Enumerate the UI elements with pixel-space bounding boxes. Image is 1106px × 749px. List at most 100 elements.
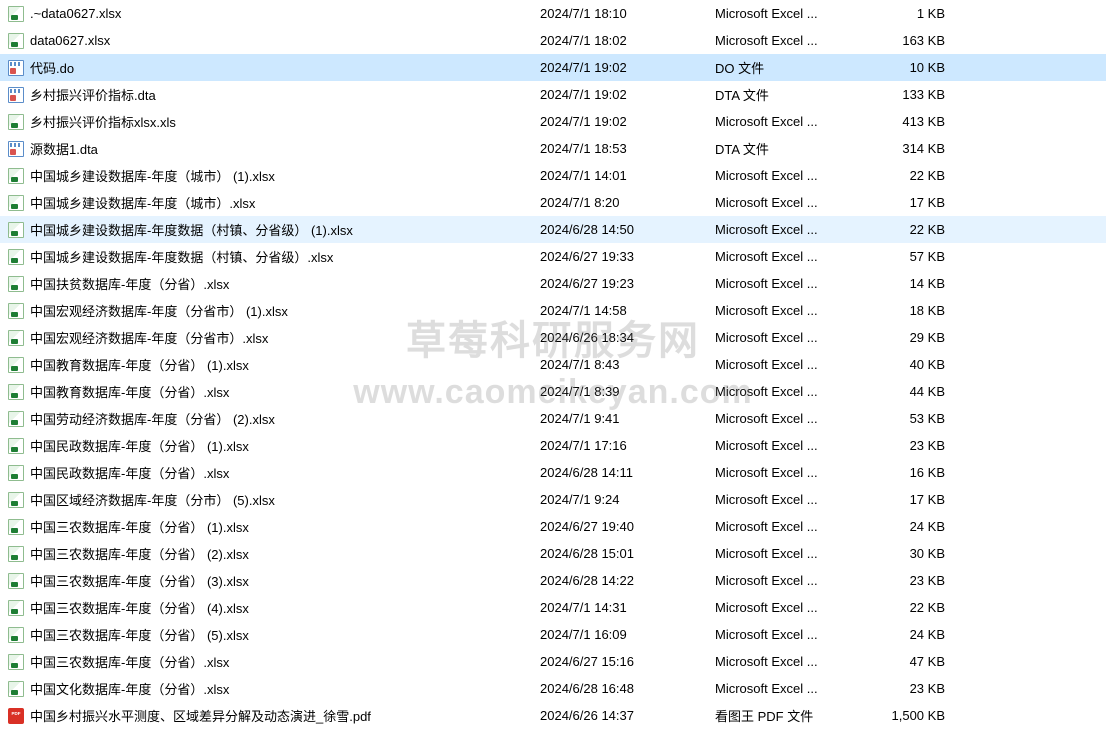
file-row[interactable]: 中国三农数据库-年度（分省） (4).xlsx2024/7/1 14:31Mic… xyxy=(0,594,1106,621)
file-size: 23 KB xyxy=(885,573,955,588)
xlsx-file-icon xyxy=(8,357,24,373)
file-size: 57 KB xyxy=(885,249,955,264)
dta-file-icon xyxy=(8,141,24,157)
file-row[interactable]: 中国教育数据库-年度（分省） (1).xlsx2024/7/1 8:43Micr… xyxy=(0,351,1106,378)
file-row[interactable]: 中国民政数据库-年度（分省）.xlsx2024/6/28 14:11Micros… xyxy=(0,459,1106,486)
file-type: Microsoft Excel ... xyxy=(715,492,885,507)
file-row[interactable]: 中国宏观经济数据库-年度（分省市） (1).xlsx2024/7/1 14:58… xyxy=(0,297,1106,324)
file-type: Microsoft Excel ... xyxy=(715,546,885,561)
file-row[interactable]: 中国文化数据库-年度（分省）.xlsx2024/6/28 16:48Micros… xyxy=(0,675,1106,702)
xlsx-file-icon xyxy=(8,33,24,49)
file-size: 22 KB xyxy=(885,600,955,615)
file-size: 133 KB xyxy=(885,87,955,102)
file-name: 中国三农数据库-年度（分省） (1).xlsx xyxy=(30,517,540,536)
file-date: 2024/6/28 14:50 xyxy=(540,222,715,237)
file-size: 14 KB xyxy=(885,276,955,291)
file-name: 中国城乡建设数据库-年度（城市） (1).xlsx xyxy=(30,166,540,185)
file-size: 47 KB xyxy=(885,654,955,669)
file-size: 10 KB xyxy=(885,60,955,75)
file-type: Microsoft Excel ... xyxy=(715,330,885,345)
file-name: 中国劳动经济数据库-年度（分省） (2).xlsx xyxy=(30,409,540,428)
xlsx-file-icon xyxy=(8,168,24,184)
file-row[interactable]: 中国宏观经济数据库-年度（分省市）.xlsx2024/6/26 18:34Mic… xyxy=(0,324,1106,351)
file-name: 中国城乡建设数据库-年度数据（村镇、分省级）.xlsx xyxy=(30,247,540,266)
file-date: 2024/6/28 14:22 xyxy=(540,573,715,588)
file-name: 乡村振兴评价指标.dta xyxy=(30,85,540,104)
file-row[interactable]: 中国三农数据库-年度（分省） (2).xlsx2024/6/28 15:01Mi… xyxy=(0,540,1106,567)
file-type: Microsoft Excel ... xyxy=(715,114,885,129)
file-name: 中国乡村振兴水平测度、区域差异分解及动态演进_徐雪.pdf xyxy=(30,706,540,725)
xlsx-file-icon xyxy=(8,519,24,535)
file-row[interactable]: 中国民政数据库-年度（分省） (1).xlsx2024/7/1 17:16Mic… xyxy=(0,432,1106,459)
file-type: Microsoft Excel ... xyxy=(715,33,885,48)
file-date: 2024/6/28 15:01 xyxy=(540,546,715,561)
file-name: 中国民政数据库-年度（分省） (1).xlsx xyxy=(30,436,540,455)
file-type: Microsoft Excel ... xyxy=(715,249,885,264)
do-file-icon xyxy=(8,60,24,76)
file-row[interactable]: 中国区域经济数据库-年度（分市） (5).xlsx2024/7/1 9:24Mi… xyxy=(0,486,1106,513)
file-size: 30 KB xyxy=(885,546,955,561)
file-size: 53 KB xyxy=(885,411,955,426)
file-name: 代码.do xyxy=(30,58,540,77)
file-row[interactable]: 乡村振兴评价指标.dta2024/7/1 19:02DTA 文件133 KB xyxy=(0,81,1106,108)
file-type: Microsoft Excel ... xyxy=(715,303,885,318)
file-row[interactable]: 中国城乡建设数据库-年度（城市）.xlsx2024/7/1 8:20Micros… xyxy=(0,189,1106,216)
file-type: Microsoft Excel ... xyxy=(715,600,885,615)
file-row[interactable]: 中国乡村振兴水平测度、区域差异分解及动态演进_徐雪.pdf2024/6/26 1… xyxy=(0,702,1106,729)
file-type: Microsoft Excel ... xyxy=(715,357,885,372)
file-type: 看图王 PDF 文件 xyxy=(715,706,885,725)
file-date: 2024/7/1 19:02 xyxy=(540,87,715,102)
file-row[interactable]: 中国城乡建设数据库-年度（城市） (1).xlsx2024/7/1 14:01M… xyxy=(0,162,1106,189)
file-name: 中国三农数据库-年度（分省） (4).xlsx xyxy=(30,598,540,617)
file-row[interactable]: 中国扶贫数据库-年度（分省）.xlsx2024/6/27 19:23Micros… xyxy=(0,270,1106,297)
file-name: .~data0627.xlsx xyxy=(30,6,540,21)
file-row[interactable]: 中国三农数据库-年度（分省） (3).xlsx2024/6/28 14:22Mi… xyxy=(0,567,1106,594)
file-name: 中国民政数据库-年度（分省）.xlsx xyxy=(30,463,540,482)
file-date: 2024/6/28 14:11 xyxy=(540,465,715,480)
file-name: 中国三农数据库-年度（分省） (5).xlsx xyxy=(30,625,540,644)
file-row[interactable]: .~data0627.xlsx2024/7/1 18:10Microsoft E… xyxy=(0,0,1106,27)
file-name: 中国文化数据库-年度（分省）.xlsx xyxy=(30,679,540,698)
file-type: Microsoft Excel ... xyxy=(715,627,885,642)
file-date: 2024/7/1 19:02 xyxy=(540,60,715,75)
file-size: 1,500 KB xyxy=(885,708,955,723)
xlsx-file-icon xyxy=(8,465,24,481)
file-row[interactable]: 中国三农数据库-年度（分省） (5).xlsx2024/7/1 16:09Mic… xyxy=(0,621,1106,648)
file-row[interactable]: 中国教育数据库-年度（分省）.xlsx2024/7/1 8:39Microsof… xyxy=(0,378,1106,405)
file-date: 2024/7/1 8:20 xyxy=(540,195,715,210)
file-size: 23 KB xyxy=(885,438,955,453)
file-row[interactable]: 中国劳动经济数据库-年度（分省） (2).xlsx2024/7/1 9:41Mi… xyxy=(0,405,1106,432)
file-row[interactable]: 中国三农数据库-年度（分省） (1).xlsx2024/6/27 19:40Mi… xyxy=(0,513,1106,540)
file-date: 2024/7/1 18:10 xyxy=(540,6,715,21)
file-row[interactable]: 中国三农数据库-年度（分省）.xlsx2024/6/27 15:16Micros… xyxy=(0,648,1106,675)
file-date: 2024/6/26 18:34 xyxy=(540,330,715,345)
file-row[interactable]: 代码.do2024/7/1 19:02DO 文件10 KB xyxy=(0,54,1106,81)
file-row[interactable]: 源数据1.dta2024/7/1 18:53DTA 文件314 KB xyxy=(0,135,1106,162)
file-date: 2024/6/26 14:37 xyxy=(540,708,715,723)
xlsx-file-icon xyxy=(8,6,24,22)
file-name: 中国城乡建设数据库-年度数据（村镇、分省级） (1).xlsx xyxy=(30,220,540,239)
file-size: 17 KB xyxy=(885,492,955,507)
xlsx-file-icon xyxy=(8,222,24,238)
xlsx-file-icon xyxy=(8,546,24,562)
file-name: 中国扶贫数据库-年度（分省）.xlsx xyxy=(30,274,540,293)
file-type: Microsoft Excel ... xyxy=(715,519,885,534)
file-date: 2024/7/1 8:43 xyxy=(540,357,715,372)
xlsx-file-icon xyxy=(8,249,24,265)
xlsx-file-icon xyxy=(8,384,24,400)
file-type: DTA 文件 xyxy=(715,85,885,104)
file-date: 2024/7/1 18:02 xyxy=(540,33,715,48)
file-date: 2024/7/1 14:31 xyxy=(540,600,715,615)
file-name: 中国区域经济数据库-年度（分市） (5).xlsx xyxy=(30,490,540,509)
file-size: 22 KB xyxy=(885,168,955,183)
file-row[interactable]: 乡村振兴评价指标xlsx.xls2024/7/1 19:02Microsoft … xyxy=(0,108,1106,135)
file-type: Microsoft Excel ... xyxy=(715,222,885,237)
file-date: 2024/7/1 8:39 xyxy=(540,384,715,399)
file-type: DTA 文件 xyxy=(715,139,885,158)
file-size: 40 KB xyxy=(885,357,955,372)
file-date: 2024/7/1 18:53 xyxy=(540,141,715,156)
file-row[interactable]: 中国城乡建设数据库-年度数据（村镇、分省级）.xlsx2024/6/27 19:… xyxy=(0,243,1106,270)
xlsx-file-icon xyxy=(8,195,24,211)
file-row[interactable]: data0627.xlsx2024/7/1 18:02Microsoft Exc… xyxy=(0,27,1106,54)
file-row[interactable]: 中国城乡建设数据库-年度数据（村镇、分省级） (1).xlsx2024/6/28… xyxy=(0,216,1106,243)
